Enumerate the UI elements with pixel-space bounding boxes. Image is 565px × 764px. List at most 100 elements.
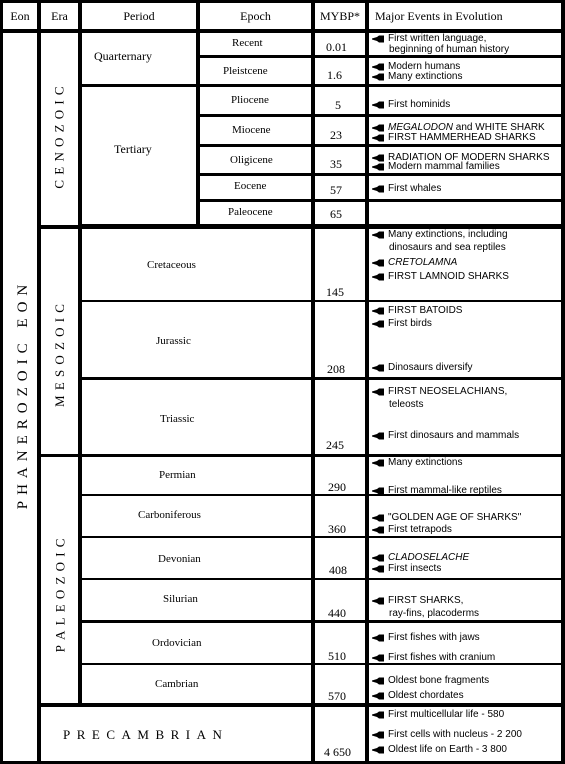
event-text: Dinosaurs diversify bbox=[388, 362, 473, 373]
mybp-silurian: 440 bbox=[315, 580, 365, 620]
event-item: First fishes with jaws bbox=[372, 632, 480, 643]
arrow-pointer-icon bbox=[372, 101, 385, 109]
event-item: FIRST HAMMERHEAD SHARKS bbox=[372, 132, 536, 143]
event-text: ray-fins, placoderms bbox=[389, 608, 480, 619]
event-item: CRETOLAMNA bbox=[372, 257, 457, 268]
mybp-paleocene: 65 bbox=[315, 202, 365, 224]
mybp-value: 65 bbox=[330, 207, 342, 221]
era-paleozoic-label: P A L E O Z O I C bbox=[41, 515, 78, 675]
arrow-pointer-icon bbox=[372, 134, 385, 142]
era-mesozoic: M E S O Z O I C bbox=[41, 229, 78, 454]
event-text: Many extinctions bbox=[388, 71, 463, 82]
event-item: First mammal-like reptiles bbox=[372, 485, 502, 494]
arrow-pointer-icon bbox=[372, 654, 385, 662]
event-text: FIRST SHARKS, bbox=[388, 595, 464, 606]
epoch-pliocene: Pliocene bbox=[200, 87, 311, 114]
event-item: Oldest life on Earth - 3 800 bbox=[372, 744, 507, 755]
events-pleistocene: Modern humans Many extinctions bbox=[369, 58, 561, 84]
eon-label: P H A N E R O Z O I C E O N bbox=[15, 284, 31, 510]
event-text: First multicellular life - 580 bbox=[388, 709, 505, 720]
event-item: Many extinctions bbox=[372, 71, 462, 82]
epoch-oligocene: Oligicene bbox=[200, 147, 311, 173]
events-eocene: First whales bbox=[369, 176, 561, 199]
event-text: First fishes with jaws bbox=[388, 632, 480, 643]
arrow-pointer-icon bbox=[372, 692, 385, 700]
events-carboniferous: "GOLDEN AGE OF SHARKS" First tetrapods bbox=[369, 496, 561, 536]
mybp-value: 57 bbox=[330, 183, 342, 197]
events-ordovician: First fishes with jaws First fishes with … bbox=[369, 623, 561, 663]
mybp-jurassic: 208 bbox=[315, 302, 365, 377]
mybp-value: 570 bbox=[328, 689, 346, 703]
event-text: First dinosaurs and mammals bbox=[388, 430, 520, 441]
event-text: CLADOSELACHE bbox=[388, 552, 470, 563]
event-text: First hominids bbox=[388, 99, 451, 110]
period-cretaceous-label: Cretaceous bbox=[147, 259, 196, 271]
arrow-pointer-icon bbox=[372, 432, 385, 440]
event-text: First written language, bbox=[388, 33, 487, 44]
arrow-pointer-icon bbox=[372, 731, 385, 739]
era-mesozoic-label: M E S O Z O I C bbox=[41, 285, 78, 425]
period-tertiary: Tertiary bbox=[82, 87, 196, 224]
period-carboniferous-label: Carboniferous bbox=[138, 509, 201, 521]
mybp-value: 145 bbox=[326, 285, 344, 299]
era-cenozoic: C E N O Z O I C bbox=[41, 33, 78, 225]
mybp-permian: 290 bbox=[315, 457, 365, 494]
events-silurian: FIRST SHARKS, ray-fins, placoderms bbox=[369, 580, 561, 620]
eon-cell: P H A N E R O Z O I C E O N bbox=[3, 33, 37, 761]
header-eon: Eon bbox=[3, 3, 37, 29]
event-text: Many extinctions bbox=[388, 457, 463, 468]
event-item: First dinosaurs and mammals bbox=[372, 430, 519, 441]
period-carboniferous: Carboniferous bbox=[82, 496, 311, 536]
event-item: First written language, bbox=[372, 33, 486, 44]
period-ordovician-label: Ordovician bbox=[152, 637, 202, 649]
arrow-pointer-icon bbox=[372, 634, 385, 642]
era-label-text: M E S O Z O I C bbox=[52, 303, 68, 407]
events-paleocene bbox=[369, 202, 561, 224]
event-text: dinosaurs and sea reptiles bbox=[389, 242, 506, 253]
events-recent: First written language, beginning of huma… bbox=[369, 33, 561, 55]
arrow-pointer-icon bbox=[372, 35, 385, 43]
mybp-value: 0.01 bbox=[326, 40, 347, 54]
mybp-oligocene: 35 bbox=[315, 147, 365, 173]
period-ordovician: Ordovician bbox=[82, 623, 311, 663]
event-item: teleosts bbox=[372, 399, 423, 410]
events-devonian: CLADOSELACHE First insects bbox=[369, 538, 561, 578]
period-silurian-label: Silurian bbox=[163, 593, 198, 605]
arrow-pointer-icon bbox=[372, 388, 385, 396]
event-item: FIRST LAMNOID SHARKS bbox=[372, 271, 509, 282]
event-item: First cells with nucleus - 2 200 bbox=[372, 729, 522, 740]
event-text: First birds bbox=[388, 318, 432, 329]
period-permian: Permian bbox=[82, 457, 311, 494]
events-triassic: FIRST NEOSELACHIANS, teleosts First dinosa… bbox=[369, 380, 561, 454]
arrow-pointer-icon bbox=[372, 677, 385, 685]
epoch-oligocene-label: Oligicene bbox=[230, 154, 273, 166]
arrow-pointer-icon bbox=[372, 597, 385, 605]
event-text: teleosts bbox=[389, 399, 424, 410]
event-item: First tetrapods bbox=[372, 524, 452, 535]
epoch-recent-label: Recent bbox=[232, 37, 263, 49]
events-jurassic: FIRST BATOIDS First birds Dinosaurs divers… bbox=[369, 302, 561, 377]
event-item: ray-fins, placoderms bbox=[372, 608, 479, 619]
mybp-value: 1.6 bbox=[327, 68, 342, 82]
event-text: Oldest life on Earth - 3 800 bbox=[388, 744, 507, 755]
period-silurian: Silurian bbox=[82, 580, 311, 620]
arrow-pointer-icon bbox=[372, 259, 385, 267]
event-item: CLADOSELACHE bbox=[372, 552, 469, 563]
arrow-pointer-icon bbox=[372, 487, 385, 494]
period-devonian: Devonian bbox=[82, 538, 311, 578]
event-item: Many extinctions bbox=[372, 457, 462, 468]
era-precambrian: P R E C A M B R I A N bbox=[41, 707, 311, 761]
arrow-pointer-icon bbox=[372, 526, 385, 534]
mybp-value: 23 bbox=[330, 128, 342, 142]
event-text: CRETOLAMNA bbox=[388, 257, 458, 268]
event-item: FIRST SHARKS, bbox=[372, 595, 463, 606]
event-text: "GOLDEN AGE OF SHARKS" bbox=[388, 512, 522, 523]
arrow-pointer-icon bbox=[372, 320, 385, 328]
events-cambrian: Oldest bone fragments Oldest chordates bbox=[369, 665, 561, 703]
mybp-value: 4 650 bbox=[324, 745, 351, 759]
event-text: FIRST BATOIDS bbox=[388, 305, 463, 316]
event-item: Oldest bone fragments bbox=[372, 675, 489, 686]
arrow-pointer-icon bbox=[372, 307, 385, 315]
mybp-carboniferous: 360 bbox=[315, 496, 365, 536]
event-item: Dinosaurs diversify bbox=[372, 362, 472, 373]
